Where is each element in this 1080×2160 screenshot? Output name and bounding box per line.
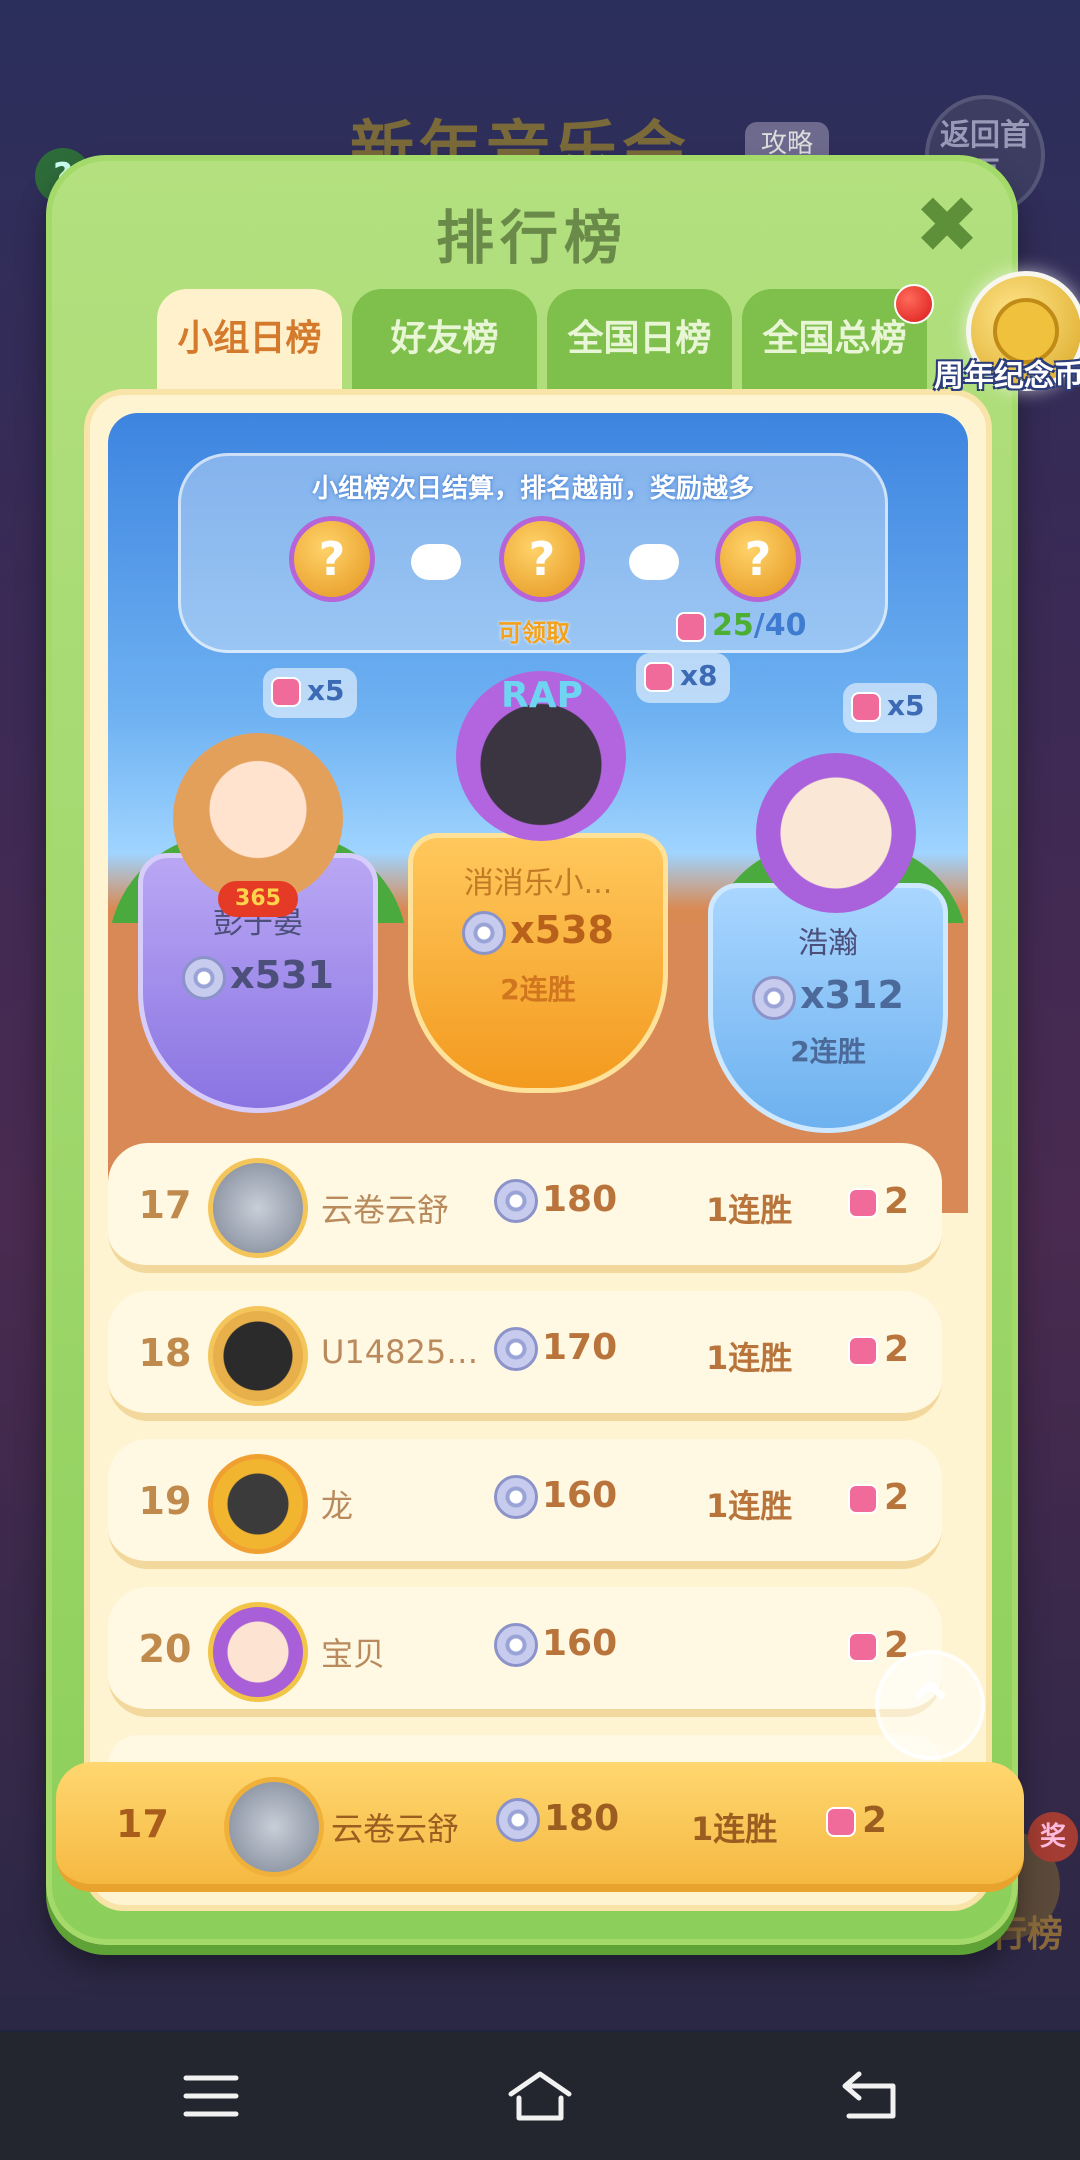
podium-streak: 2连胜 xyxy=(790,1035,866,1068)
puzzle-piece-icon xyxy=(271,677,301,707)
leaderboard-panel: 排行榜 ✖ 小组日榜 好友榜 全国日榜 全国总榜 小组榜次日结算，排名越前，奖励… xyxy=(46,155,1080,1945)
avatar-badge: 365 xyxy=(218,881,298,917)
podium-name: 消消乐小... xyxy=(463,866,613,901)
puzzle-piece-icon xyxy=(644,662,674,692)
row-streak: 1连胜 xyxy=(706,1487,793,1525)
podium-first: 消消乐小... x538 2连胜 xyxy=(408,833,668,1093)
self-rank: 17 xyxy=(116,1802,169,1846)
panel-title: 排行榜 xyxy=(435,204,628,272)
table-row[interactable]: 18 U148255... 170 1连胜 2 xyxy=(108,1291,942,1421)
avatar[interactable] xyxy=(208,1158,308,1258)
mystery-reward-icon[interactable]: ? xyxy=(499,516,585,602)
arrow-cloud-icon xyxy=(629,544,679,580)
puzzle-piece-icon xyxy=(676,611,706,642)
row-pieces: 2 xyxy=(848,1477,909,1518)
back-icon[interactable] xyxy=(835,2068,905,2124)
notification-dot-icon xyxy=(894,284,934,324)
menu-icon[interactable] xyxy=(176,2068,246,2124)
row-score: 160 xyxy=(494,1475,617,1519)
row-rank: 17 xyxy=(138,1183,192,1227)
row-streak: 1连胜 xyxy=(706,1191,793,1229)
row-rank: 18 xyxy=(138,1331,192,1375)
avatar[interactable] xyxy=(208,1602,308,1702)
disc-icon xyxy=(494,1475,538,1519)
row-name: 云卷云舒 xyxy=(321,1191,450,1229)
row-score: 170 xyxy=(494,1327,617,1371)
self-streak: 1连胜 xyxy=(691,1810,778,1848)
reward-progress-box: 小组榜次日结算，排名越前，奖励越多 ? ? ? 可领取 25/40 xyxy=(178,453,888,653)
disc-icon xyxy=(182,955,227,1000)
row-pieces: 2 xyxy=(848,1181,909,1222)
disc-icon xyxy=(494,1327,538,1371)
table-row[interactable]: 20 宝贝 160 2 xyxy=(108,1587,942,1717)
tab-bar: 小组日榜 好友榜 全国日榜 全国总榜 xyxy=(157,289,927,395)
row-score: 180 xyxy=(494,1179,617,1223)
row-streak: 1连胜 xyxy=(706,1339,793,1377)
puzzle-piece-icon xyxy=(848,1632,878,1662)
disc-icon xyxy=(494,1179,538,1223)
tab-group-daily[interactable]: 小组日榜 xyxy=(157,289,342,395)
claimable-label[interactable]: 可领取 xyxy=(498,613,570,648)
arrow-cloud-icon xyxy=(411,544,461,580)
podium-reward-tag: x5 xyxy=(843,683,937,733)
leaderboard-content: 小组榜次日结算，排名越前，奖励越多 ? ? ? 可领取 25/40 x5 彭于晏… xyxy=(84,389,992,1911)
podium-third: 浩瀚 x312 2连胜 xyxy=(708,883,948,1133)
podium-name: 浩瀚 xyxy=(798,926,858,961)
mystery-reward-icon[interactable]: ? xyxy=(715,516,801,602)
puzzle-piece-icon xyxy=(848,1336,878,1366)
avatar[interactable] xyxy=(208,1454,308,1554)
puzzle-piece-icon xyxy=(848,1484,878,1514)
navigation-bar xyxy=(0,2032,1080,2160)
tab-national-daily[interactable]: 全国日榜 xyxy=(547,289,732,389)
anniversary-coin-label: 周年纪念币 xyxy=(934,359,1080,394)
row-pieces: 2 xyxy=(848,1329,909,1370)
reward-title: 小组榜次日结算，排名越前，奖励越多 xyxy=(311,474,754,504)
puzzle-piece-icon xyxy=(848,1188,878,1218)
podium-score: x531 xyxy=(143,953,373,1000)
self-pieces: 2 xyxy=(826,1800,887,1841)
row-rank: 19 xyxy=(138,1479,192,1523)
disc-icon xyxy=(494,1623,538,1667)
hat-label: RAP xyxy=(501,675,583,716)
podium-scene: 小组榜次日结算，排名越前，奖励越多 ? ? ? 可领取 25/40 x5 彭于晏… xyxy=(108,413,968,1213)
row-name: 宝贝 xyxy=(321,1635,386,1673)
table-row[interactable]: 17 云卷云舒 180 1连胜 2 xyxy=(108,1143,942,1273)
podium-streak: 2连胜 xyxy=(500,973,576,1006)
row-rank: 20 xyxy=(138,1627,192,1671)
avatar[interactable] xyxy=(224,1777,324,1877)
podium-reward-tag: x8 xyxy=(636,653,730,703)
disc-icon xyxy=(462,910,507,955)
disc-icon xyxy=(752,975,797,1020)
close-button[interactable]: ✖ xyxy=(912,187,982,265)
podium-score: x538 xyxy=(413,908,663,955)
self-rank-row[interactable]: 17 云卷云舒 180 1连胜 2 xyxy=(56,1762,1024,1892)
reward-tag: 奖 xyxy=(1028,1812,1078,1862)
puzzle-progress: 25/40 xyxy=(676,608,806,643)
avatar[interactable] xyxy=(173,733,343,903)
podium-reward-tag: x5 xyxy=(263,668,357,718)
podium-score: x312 xyxy=(713,973,943,1020)
mystery-reward-icon[interactable]: ? xyxy=(289,516,375,602)
row-name: U148255... xyxy=(321,1333,491,1371)
puzzle-piece-icon xyxy=(851,692,881,722)
avatar[interactable] xyxy=(756,753,916,913)
self-score: 180 xyxy=(496,1798,619,1842)
home-icon[interactable] xyxy=(505,2068,575,2124)
puzzle-piece-icon xyxy=(826,1807,856,1837)
self-name: 云卷云舒 xyxy=(331,1810,460,1848)
table-row[interactable]: 19 龙 160 1连胜 2 xyxy=(108,1439,942,1569)
row-score: 160 xyxy=(494,1623,617,1667)
tab-friends[interactable]: 好友榜 xyxy=(352,289,537,389)
scroll-to-top-button[interactable]: ⌃ xyxy=(875,1650,985,1760)
disc-icon xyxy=(496,1798,540,1842)
row-name: 龙 xyxy=(321,1487,354,1525)
avatar[interactable] xyxy=(208,1306,308,1406)
